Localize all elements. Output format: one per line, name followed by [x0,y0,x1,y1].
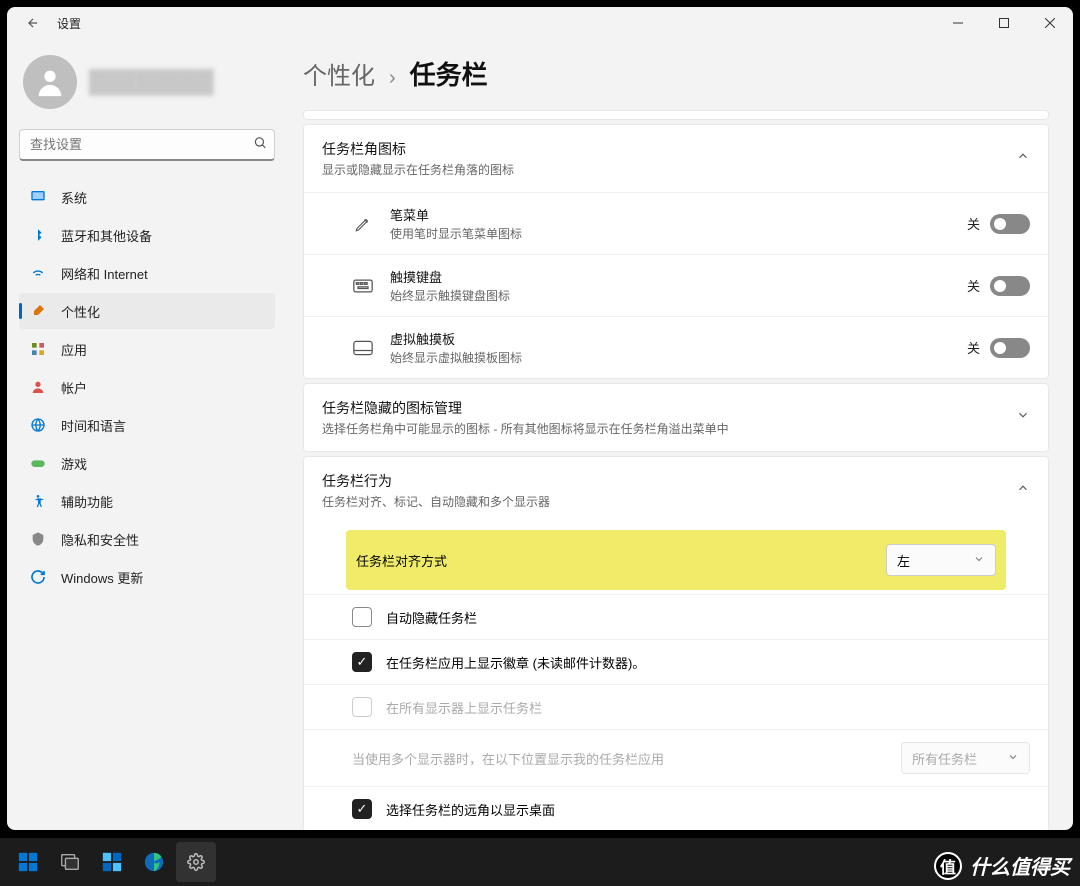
card-stub [303,110,1049,120]
alignment-dropdown[interactable]: 左 [886,544,996,576]
nav-label: 蓝牙和其他设备 [61,226,152,245]
watermark-text: 什么值得买 [970,851,1070,880]
avatar [23,55,77,109]
nav-label: 隐私和安全性 [61,530,139,549]
nav-label: 游戏 [61,454,87,473]
desktop-corner-row[interactable]: 选择任务栏的远角以显示桌面 [304,786,1048,830]
nav-item-gamepad[interactable]: 游戏 [19,445,275,481]
nav-label: 帐户 [61,378,87,397]
titlebar: 设置 [7,7,1073,39]
user-profile[interactable]: ████████ [19,39,275,129]
close-button[interactable] [1027,7,1073,39]
nav-item-update[interactable]: Windows 更新 [19,559,275,595]
window-controls [935,7,1073,39]
checkbox[interactable] [352,652,372,672]
nav-item-brush[interactable]: 个性化 [19,293,275,329]
corner-icons-header[interactable]: 任务栏角图标 显示或隐藏显示在任务栏角落的图标 [304,125,1048,192]
watermark-badge: 值 [934,852,962,880]
chevron-up-icon [1016,149,1030,168]
behavior-checkbox-row[interactable]: 自动隐藏任务栏 [304,594,1048,639]
row-icon [352,275,374,297]
breadcrumb-parent[interactable]: 个性化 [303,56,375,91]
nav-item-globe[interactable]: 时间和语言 [19,407,275,443]
chevron-down-icon [1007,751,1019,766]
chevron-down-icon [973,553,985,568]
nav-label: 网络和 Internet [61,264,148,283]
apps-icon [29,340,47,358]
nav-item-monitor[interactable]: 系统 [19,179,275,215]
monitor-icon [29,188,47,206]
toggle-switch[interactable] [990,338,1030,358]
breadcrumb-current: 任务栏 [410,55,488,92]
window-title: 设置 [57,15,81,32]
chevron-up-icon [1016,481,1030,500]
hidden-icons-header[interactable]: 任务栏隐藏的图标管理 选择任务栏角中可能显示的图标 - 所有其他图标将显示在任务… [304,384,1048,451]
hidden-icons-card: 任务栏隐藏的图标管理 选择任务栏角中可能显示的图标 - 所有其他图标将显示在任务… [303,383,1049,452]
checkbox [352,697,372,717]
watermark: 值 什么值得买 [934,851,1070,880]
task-view-icon[interactable] [50,842,90,882]
globe-icon [29,416,47,434]
alignment-row: 任务栏对齐方式 左 [346,530,1006,590]
widgets-icon[interactable] [92,842,132,882]
nav-label: 时间和语言 [61,416,126,435]
nav-label: Windows 更新 [61,568,143,587]
nav-label: 应用 [61,340,87,359]
sidebar: ████████ 系统蓝牙和其他设备网络和 Internet 个性化应用帐户时间和… [7,39,287,830]
gamepad-icon [29,454,47,472]
behaviors-card: 任务栏行为 任务栏对齐、标记、自动隐藏和多个显示器 任务栏对齐方式 左 自动隐藏… [303,456,1049,830]
content-area: 个性化 › 任务栏 任务栏角图标 显示或隐藏显示在任务栏角落的图标 笔菜单使用笔… [287,39,1073,830]
search-input[interactable] [19,129,275,161]
wifi-icon [29,264,47,282]
start-button[interactable] [8,842,48,882]
nav-item-wifi[interactable]: 网络和 Internet [19,255,275,291]
corner-icon-row: 虚拟触摸板始终显示虚拟触摸板图标 关 [304,316,1048,378]
checkbox[interactable] [352,799,372,819]
chevron-right-icon: › [389,67,396,90]
corner-icon-row: 触摸键盘始终显示触摸键盘图标 关 [304,254,1048,316]
user-name: ████████ [89,69,214,95]
behaviors-header[interactable]: 任务栏行为 任务栏对齐、标记、自动隐藏和多个显示器 [304,457,1048,524]
nav-item-person[interactable]: 帐户 [19,369,275,405]
chevron-down-icon [1016,408,1030,427]
multi-monitor-row: 当使用多个显示器时，在以下位置显示我的任务栏应用 所有任务栏 [304,729,1048,786]
nav-list: 系统蓝牙和其他设备网络和 Internet 个性化应用帐户时间和语言游戏辅助功能隐… [19,179,275,595]
nav-item-bluetooth[interactable]: 蓝牙和其他设备 [19,217,275,253]
nav-item-accessibility[interactable]: 辅助功能 [19,483,275,519]
maximize-button[interactable] [981,7,1027,39]
corner-icons-card: 任务栏角图标 显示或隐藏显示在任务栏角落的图标 笔菜单使用笔时显示笔菜单图标 关… [303,124,1049,379]
nav-item-shield[interactable]: 隐私和安全性 [19,521,275,557]
toggle-switch[interactable] [990,276,1030,296]
corner-icon-row: 笔菜单使用笔时显示笔菜单图标 关 [304,192,1048,254]
search-icon [253,136,267,155]
person-icon [29,378,47,396]
taskbar[interactable] [0,838,1080,886]
row-icon [352,337,374,359]
row-icon [352,213,374,235]
back-button[interactable] [23,13,43,33]
nav-label: 辅助功能 [61,492,113,511]
multi-monitor-dropdown: 所有任务栏 [901,742,1030,774]
edge-icon[interactable] [134,842,174,882]
nav-label: 个性化 [61,302,100,321]
breadcrumb: 个性化 › 任务栏 [303,39,1049,110]
behavior-checkbox-row: 在所有显示器上显示任务栏 [304,684,1048,729]
settings-taskbar-icon[interactable] [176,842,216,882]
shield-icon [29,530,47,548]
checkbox[interactable] [352,607,372,627]
behavior-checkbox-row[interactable]: 在任务栏应用上显示徽章 (未读邮件计数器)。 [304,639,1048,684]
toggle-switch[interactable] [990,214,1030,234]
brush-icon [29,302,47,320]
minimize-button[interactable] [935,7,981,39]
nav-item-apps[interactable]: 应用 [19,331,275,367]
bluetooth-icon [29,226,47,244]
update-icon [29,568,47,586]
nav-label: 系统 [61,188,87,207]
accessibility-icon [29,492,47,510]
settings-window: 设置 ████████ 系统蓝牙和其他设备网络和 Internet 个性化应用帐户… [7,7,1073,830]
